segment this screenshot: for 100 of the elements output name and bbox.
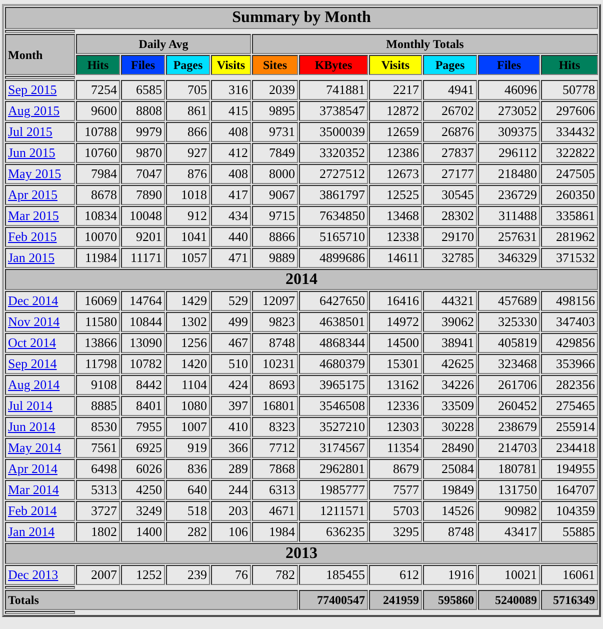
table-cell: 32785 — [423, 248, 477, 268]
table-cell: 434 — [211, 206, 251, 226]
table-cell: 9067 — [252, 185, 298, 205]
table-cell: 261706 — [478, 375, 540, 395]
table-cell: 9201 — [121, 227, 165, 247]
table-cell: 9108 — [76, 375, 120, 395]
table-cell: 255914 — [541, 417, 598, 437]
table-cell: 76 — [211, 565, 251, 585]
table-cell: 10760 — [76, 143, 120, 163]
column-header: Hits — [541, 55, 598, 75]
table-cell: 38941 — [423, 333, 477, 353]
table-cell: 529 — [211, 291, 251, 311]
table-cell: 194955 — [541, 459, 598, 479]
table-cell: 8442 — [121, 375, 165, 395]
table-cell: 4899686 — [299, 248, 368, 268]
table-cell: 296112 — [478, 143, 540, 163]
table-cell: 14611 — [369, 248, 422, 268]
column-header: Visits — [369, 55, 422, 75]
table-cell: 260350 — [541, 185, 598, 205]
table-cell: 238679 — [478, 417, 540, 437]
table-cell: 14972 — [369, 312, 422, 332]
table-cell: 16416 — [369, 291, 422, 311]
table-cell: 457689 — [478, 291, 540, 311]
table-cell: 39062 — [423, 312, 477, 332]
column-header: Sites — [252, 55, 298, 75]
table-cell: 471 — [211, 248, 251, 268]
table-cell: 705 — [166, 80, 210, 100]
table-cell: 214703 — [478, 438, 540, 458]
table-cell: 13866 — [76, 333, 120, 353]
table-cell: 282 — [166, 522, 210, 542]
table-cell: 10070 — [76, 227, 120, 247]
table-cell: 4638501 — [299, 312, 368, 332]
table-cell: 19849 — [423, 480, 477, 500]
year-heading: 2014 — [5, 269, 598, 290]
table-cell: 14764 — [121, 291, 165, 311]
table-cell: 8530 — [76, 417, 120, 437]
table-cell: 9715 — [252, 206, 298, 226]
table-cell: 34226 — [423, 375, 477, 395]
table-cell: 247505 — [541, 164, 598, 184]
table-cell: 7047 — [121, 164, 165, 184]
table-cell: 12338 — [369, 227, 422, 247]
table-cell: 3546508 — [299, 396, 368, 416]
table-cell: 10021 — [478, 565, 540, 585]
table-cell: 12525 — [369, 185, 422, 205]
table-cell: 912 — [166, 206, 210, 226]
table-cell: 927 — [166, 143, 210, 163]
column-header: Pages — [166, 55, 210, 75]
table-cell: 1104 — [166, 375, 210, 395]
table-cell: 26876 — [423, 122, 477, 142]
table-cell: 347403 — [541, 312, 598, 332]
table-cell: 30228 — [423, 417, 477, 437]
table-cell: 27177 — [423, 164, 477, 184]
table-cell: 10788 — [76, 122, 120, 142]
table-cell: 412 — [211, 143, 251, 163]
table-cell: 29170 — [423, 227, 477, 247]
table-cell: 1256 — [166, 333, 210, 353]
table-cell: 1018 — [166, 185, 210, 205]
table-cell: 518 — [166, 501, 210, 521]
column-header: Files — [121, 55, 165, 75]
table-cell: 90982 — [478, 501, 540, 521]
table-cell: 50778 — [541, 80, 598, 100]
table-cell: 12336 — [369, 396, 422, 416]
table-cell: 417 — [211, 185, 251, 205]
table-cell: 7561 — [76, 438, 120, 458]
table-cell: 11580 — [76, 312, 120, 332]
table-cell: 25084 — [423, 459, 477, 479]
table-cell: 11354 — [369, 438, 422, 458]
table-cell: 8748 — [423, 522, 477, 542]
table-cell: 297606 — [541, 101, 598, 121]
table-cell: 1302 — [166, 312, 210, 332]
table-cell: 9889 — [252, 248, 298, 268]
table-cell: 7955 — [121, 417, 165, 437]
column-header: Hits — [76, 55, 120, 75]
table-cell: 13090 — [121, 333, 165, 353]
table-cell: 1252 — [121, 565, 165, 585]
table-cell: 612 — [369, 565, 422, 585]
table-cell: 9870 — [121, 143, 165, 163]
table-cell: 3249 — [121, 501, 165, 521]
column-header: Pages — [423, 55, 477, 75]
table-cell: 44321 — [423, 291, 477, 311]
table-cell: 7984 — [76, 164, 120, 184]
table-cell: 55885 — [541, 522, 598, 542]
table-cell: 106 — [211, 522, 251, 542]
table-cell: 1080 — [166, 396, 210, 416]
table-cell: 10834 — [76, 206, 120, 226]
table-cell: 866 — [166, 122, 210, 142]
table-cell: 16061 — [541, 565, 598, 585]
table-cell: 7634850 — [299, 206, 368, 226]
table-cell: 9731 — [252, 122, 298, 142]
table-cell: 6026 — [121, 459, 165, 479]
table-cell: 8000 — [252, 164, 298, 184]
table-cell: 7890 — [121, 185, 165, 205]
table-cell: 8748 — [252, 333, 298, 353]
table-cell: 346329 — [478, 248, 540, 268]
table-cell: 640 — [166, 480, 210, 500]
table-cell: 4250 — [121, 480, 165, 500]
table-cell: 7254 — [76, 80, 120, 100]
table-cell: 4680379 — [299, 354, 368, 374]
table-cell: 8885 — [76, 396, 120, 416]
table-cell: 371532 — [541, 248, 598, 268]
